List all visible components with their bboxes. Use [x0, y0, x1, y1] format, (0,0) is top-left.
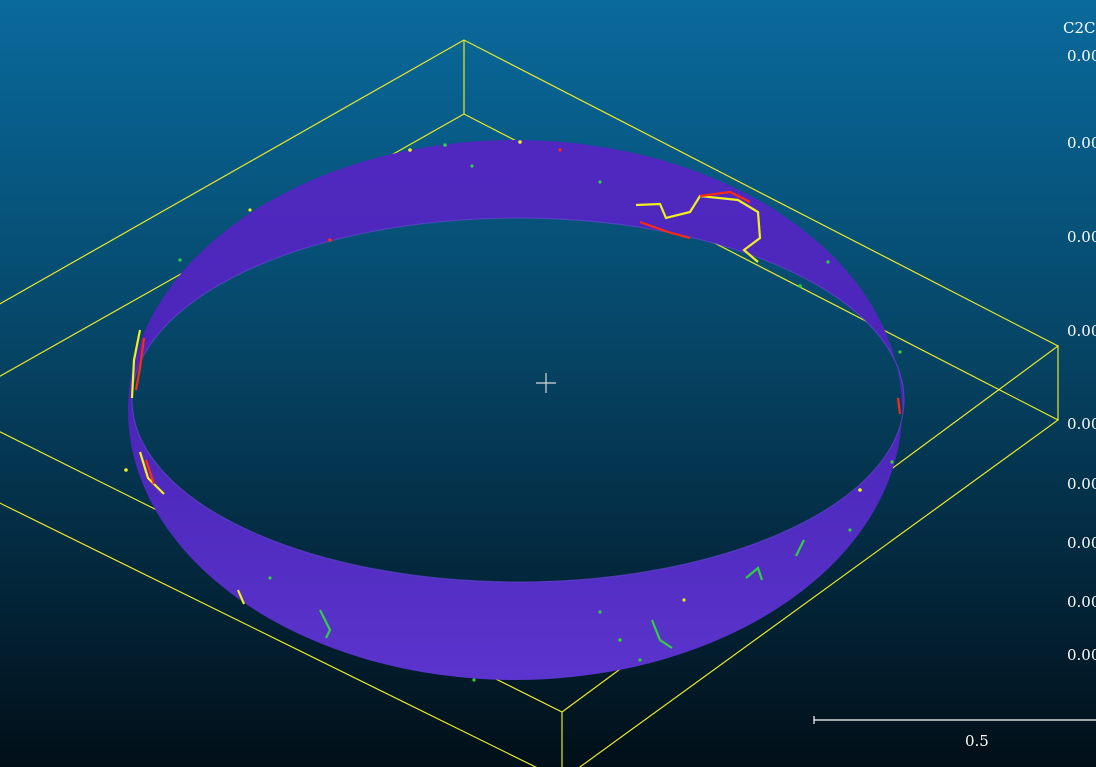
crosshair-icon — [536, 373, 556, 393]
scale-tick-label: 0.00 — [1067, 646, 1096, 664]
scale-bar — [813, 716, 1096, 724]
scale-bar-label: 0.5 — [965, 732, 989, 750]
scale-tick-label: 0.00 — [1067, 475, 1096, 493]
point-cloud-ring[interactable] — [128, 140, 905, 680]
scale-tick-label: 0.00 — [1067, 534, 1096, 552]
scalar-field-title: C2C — [1063, 19, 1096, 37]
3d-viewport[interactable] — [0, 0, 1096, 767]
scale-tick-label: 0.00 — [1067, 415, 1096, 433]
scale-tick-label: 0.00 — [1067, 593, 1096, 611]
scale-tick-label: 0.00 — [1067, 228, 1096, 246]
scale-tick-label: 0.00 — [1067, 47, 1096, 65]
scale-tick-label: 0.00 — [1067, 134, 1096, 152]
scale-tick-label: 0.00 — [1067, 322, 1096, 340]
